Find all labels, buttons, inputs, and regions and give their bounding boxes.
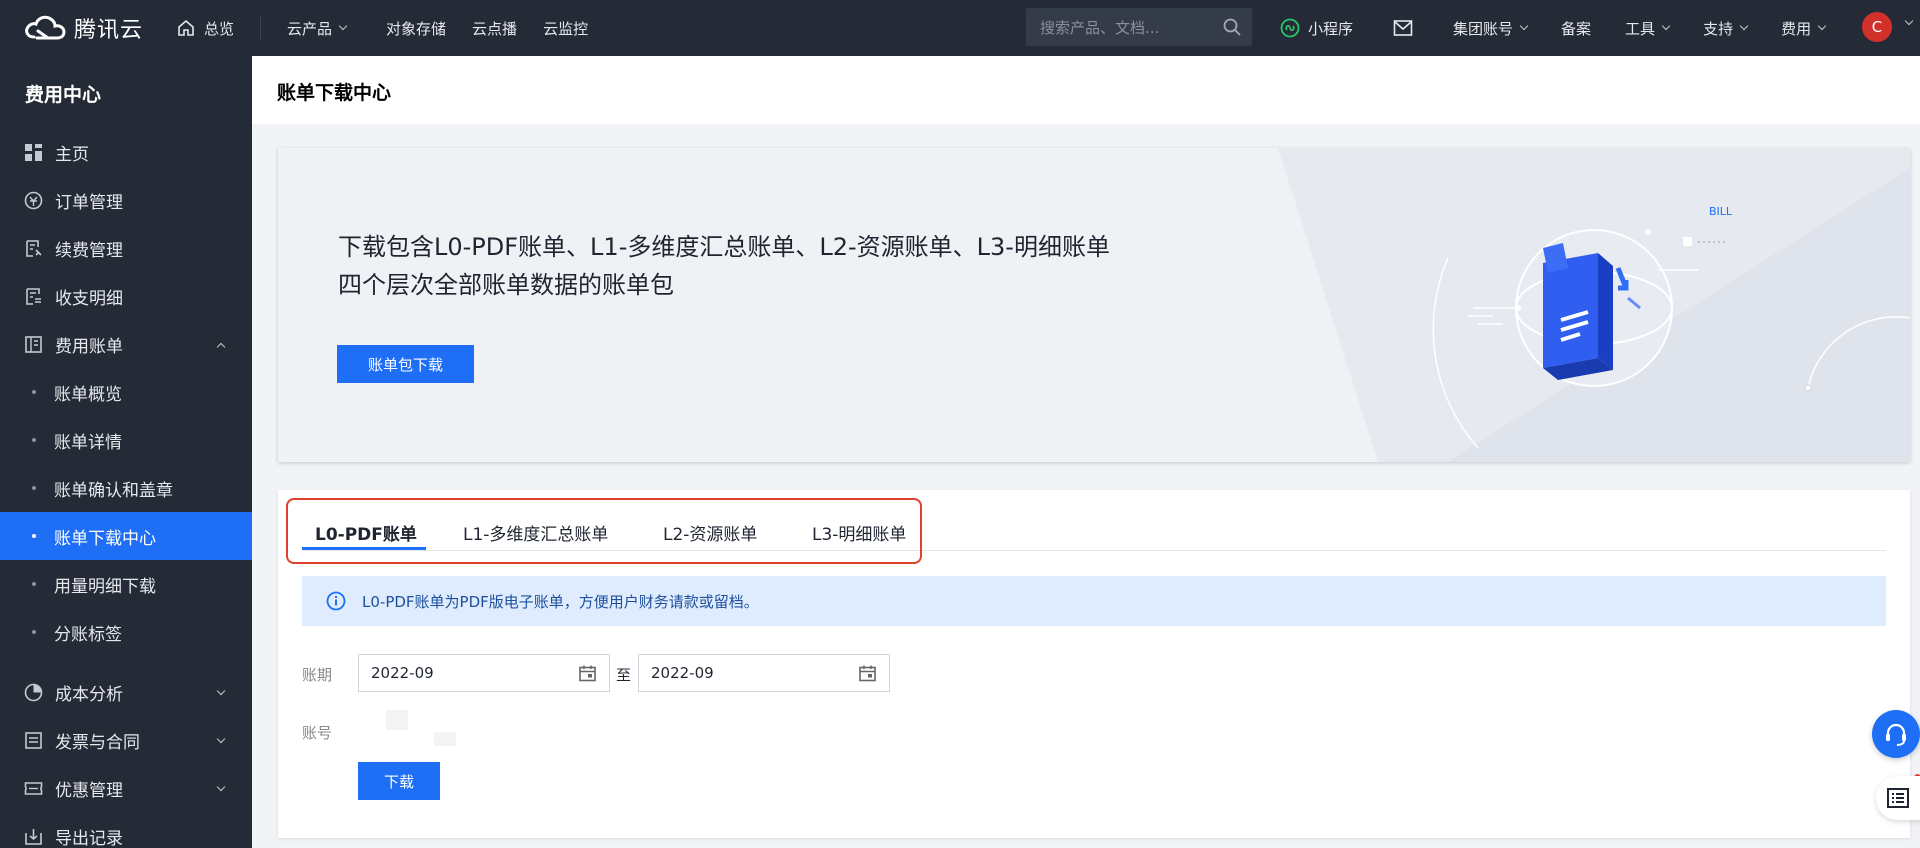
tab-l2-resource[interactable]: L2-资源账单 <box>663 520 757 545</box>
home-icon <box>178 19 194 36</box>
bill-label: BILL <box>1709 205 1733 218</box>
account-placeholder <box>434 732 456 746</box>
list-icon <box>1887 788 1909 808</box>
export-icon <box>25 828 42 845</box>
sidebar-title: 费用中心 <box>25 84 102 106</box>
chevron-down-icon <box>1519 21 1529 31</box>
search-input[interactable]: 搜索产品、文档... <box>1026 8 1252 46</box>
download-button[interactable]: 下载 <box>358 762 440 800</box>
nav-object-storage[interactable]: 对象存储 <box>386 18 446 39</box>
chevron-down-icon <box>216 686 226 696</box>
sidebar-subitem-bill-confirm[interactable]: 账单确认和盖章 <box>0 464 252 512</box>
chevron-down-icon <box>1817 21 1827 31</box>
nav-right-group: 小程序 集团账号 备案 工具 支持 费用 <box>1280 0 1827 56</box>
chevron-down-icon <box>1661 21 1671 31</box>
nav-monitor[interactable]: 云监控 <box>543 18 588 39</box>
period-end-input[interactable]: 2022-09 <box>638 654 890 692</box>
account-label: 账号 <box>302 724 333 742</box>
invoice-icon <box>25 731 42 749</box>
nav-overview[interactable]: 总览 <box>176 17 262 39</box>
brand-name: 腾讯云 <box>74 18 144 43</box>
nav-group-account[interactable]: 集团账号 <box>1453 18 1529 39</box>
order-icon <box>24 191 43 209</box>
sidebar-item-home[interactable]: 主页 <box>0 128 252 176</box>
period-start-input[interactable]: 2022-09 <box>358 654 610 692</box>
sidebar-item-invoices[interactable]: 发票与合同 <box>0 716 252 764</box>
sidebar-subitem-usage-download[interactable]: 用量明细下载 <box>0 560 252 608</box>
bill-download-card: L0-PDF账单 L1-多维度汇总账单 L2-资源账单 L3-明细账单 L0-P… <box>278 490 1910 838</box>
mail-icon <box>1393 20 1413 36</box>
chevron-down-icon[interactable] <box>1904 16 1914 26</box>
info-notice: L0-PDF账单为PDF版电子账单，方便用户财务请款或留档。 <box>302 576 1886 626</box>
chevron-down-icon <box>338 21 348 31</box>
cloud-logo-icon <box>25 15 66 40</box>
ledger-icon <box>26 287 41 305</box>
renew-icon <box>26 239 42 257</box>
sidebar-item-orders[interactable]: 订单管理 <box>0 176 252 224</box>
nav-billing[interactable]: 费用 <box>1781 18 1827 39</box>
chevron-down-icon <box>1739 21 1749 31</box>
bill-icon <box>25 335 42 353</box>
mini-program-icon <box>1280 18 1300 38</box>
sidebar-subitem-bill-overview[interactable]: 账单概览 <box>0 368 252 416</box>
info-icon <box>326 591 346 611</box>
pie-icon <box>24 683 43 701</box>
billing-period-label: 账期 <box>302 666 333 684</box>
dashboard-icon <box>25 143 42 161</box>
chevron-up-icon <box>216 342 226 352</box>
sidebar-item-renewal[interactable]: 续费管理 <box>0 224 252 272</box>
account-placeholder <box>386 710 408 730</box>
sidebar-subitem-bill-details[interactable]: 账单详情 <box>0 416 252 464</box>
sidebar-item-bills[interactable]: 费用账单 <box>0 320 252 368</box>
nav-mini-program[interactable]: 小程序 <box>1280 18 1353 39</box>
calendar-icon[interactable] <box>858 664 877 683</box>
task-list-button[interactable] <box>1876 776 1920 820</box>
bill-package-banner: BILL 下载包含L0-PDF账单、L1-多维度汇总账单、L2-资源账单、L3-… <box>278 148 1910 462</box>
page-title: 账单下载中心 <box>277 82 392 104</box>
nav-filing[interactable]: 备案 <box>1561 18 1591 39</box>
bill-illustration-icon: BILL <box>1278 148 1910 462</box>
search-icon[interactable] <box>1222 17 1242 37</box>
page-header: 账单下载中心 <box>252 56 1920 124</box>
sidebar-item-transactions[interactable]: 收支明细 <box>0 272 252 320</box>
avatar[interactable]: C <box>1862 12 1892 42</box>
top-navigation-bar: 腾讯云 总览 云产品 对象存储 云点播 云监控 搜索产品、文档... 小程序 集… <box>0 0 1920 56</box>
customer-service-button[interactable] <box>1872 710 1920 758</box>
sidebar-item-discounts[interactable]: 优惠管理 <box>0 764 252 812</box>
brand-logo[interactable]: 腾讯云 <box>0 12 166 44</box>
tab-l0-pdf[interactable]: L0-PDF账单 <box>315 520 417 545</box>
active-tab-indicator <box>302 547 426 550</box>
chevron-down-icon <box>216 782 226 792</box>
headset-icon <box>1886 723 1906 746</box>
sidebar-subitem-split-tags[interactable]: 分账标签 <box>0 608 252 656</box>
nav-cloud-products[interactable]: 云产品 <box>287 18 348 39</box>
nav-tools[interactable]: 工具 <box>1625 18 1671 39</box>
sidebar: 费用中心 主页 订单管理 续费管理 收支明细 费用账单 账单概览 账单详情 账单… <box>0 56 252 848</box>
ticket-icon <box>24 781 43 795</box>
banner-description: 下载包含L0-PDF账单、L1-多维度汇总账单、L2-资源账单、L3-明细账单 … <box>338 233 1110 299</box>
bill-package-download-button[interactable]: 账单包下载 <box>337 345 474 383</box>
nav-vod[interactable]: 云点播 <box>472 18 517 39</box>
range-separator: 至 <box>616 666 632 684</box>
nav-messages[interactable] <box>1393 19 1413 37</box>
tab-l1-summary[interactable]: L1-多维度汇总账单 <box>463 520 608 545</box>
nav-support[interactable]: 支持 <box>1703 18 1749 39</box>
tab-l3-detail[interactable]: L3-明细账单 <box>812 520 906 545</box>
sidebar-subitem-bill-download-center[interactable]: 账单下载中心 <box>0 512 252 560</box>
calendar-icon[interactable] <box>578 664 597 683</box>
sidebar-item-export-records[interactable]: 导出记录 <box>0 812 252 848</box>
chevron-down-icon <box>216 734 226 744</box>
sidebar-item-cost-analysis[interactable]: 成本分析 <box>0 668 252 716</box>
